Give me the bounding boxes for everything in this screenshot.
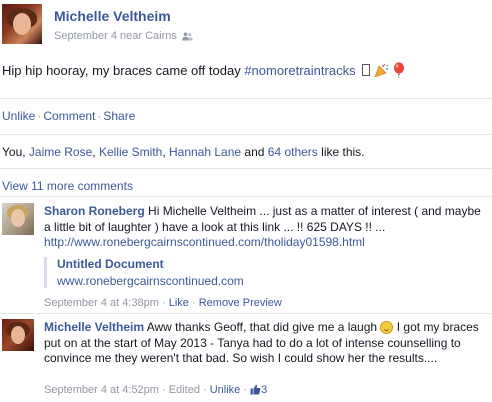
- post-text-body: Hip hip hooray, my braces came off today: [2, 63, 245, 78]
- likes-and: and: [241, 145, 268, 159]
- edited-label[interactable]: Edited: [169, 384, 200, 396]
- divider: [0, 196, 492, 197]
- link-preview[interactable]: Untitled Document www.ronebergcairnscont…: [44, 257, 437, 288]
- comment-link[interactable]: Comment: [43, 109, 95, 123]
- comment-like-link[interactable]: Like: [169, 297, 189, 309]
- comment-unlike-link[interactable]: Unlike: [210, 384, 241, 396]
- likes-comma: ,: [92, 145, 99, 159]
- friends-audience-icon[interactable]: [182, 32, 193, 41]
- view-more-comments-link[interactable]: View 11 more comments: [2, 179, 133, 193]
- comment-meta: September 4 at 4:52pm · Edited · Unlike …: [44, 384, 268, 396]
- liker-jaime-rose[interactable]: Jaime Rose: [29, 145, 92, 159]
- post-author[interactable]: Michelle Veltheim: [54, 8, 171, 24]
- post-header: Michelle Veltheim September 4 near Cairn…: [0, 0, 492, 56]
- comment-like-count[interactable]: 3: [250, 384, 267, 396]
- link-preview-url[interactable]: www.ronebergcairnscontinued.com: [57, 274, 437, 288]
- likes-suffix: like this.: [317, 145, 365, 159]
- divider: [0, 98, 492, 99]
- post-date[interactable]: September 4 near Cairns: [54, 30, 177, 42]
- comment-meta: September 4 at 4:38pm · Like · Remove Pr…: [44, 297, 282, 309]
- likes-summary: You, Jaime Rose, Kellie Smith, Hannah La…: [2, 145, 365, 159]
- liker-hannah-lane[interactable]: Hannah Lane: [169, 145, 241, 159]
- liker-kellie-smith[interactable]: Kellie Smith: [99, 145, 162, 159]
- commenter-avatar[interactable]: [2, 319, 34, 351]
- unsupported-emoji-icon: [362, 64, 371, 76]
- comment-link-url[interactable]: http://www.ronebergcairnscontinued.com/t…: [44, 235, 365, 249]
- post-meta: September 4 near Cairns: [54, 30, 193, 42]
- remove-preview-link[interactable]: Remove Preview: [199, 297, 282, 309]
- divider: [0, 134, 492, 135]
- avatar[interactable]: [2, 4, 42, 44]
- thumbs-up-icon: [250, 384, 261, 395]
- commenter-name[interactable]: Sharon Roneberg: [44, 204, 145, 218]
- party-popper-icon: [374, 63, 389, 78]
- post-actions: Unlike · Comment · Share: [2, 109, 135, 123]
- link-preview-title[interactable]: Untitled Document: [57, 257, 437, 271]
- likes-others-link[interactable]: 64 others: [268, 145, 318, 159]
- comment-text: Aww thanks Geoff, that did give me a lau…: [144, 320, 381, 334]
- share-link[interactable]: Share: [103, 109, 135, 123]
- comment-timestamp[interactable]: September 4 at 4:38pm: [44, 297, 159, 309]
- commenter-name[interactable]: Michelle Veltheim: [44, 320, 144, 334]
- post-text: Hip hip hooray, my braces came off today…: [2, 62, 405, 78]
- likes-prefix: You,: [2, 145, 29, 159]
- comment-timestamp[interactable]: September 4 at 4:52pm: [44, 384, 159, 396]
- like-count: 3: [261, 384, 268, 396]
- comment-body: Sharon Roneberg Hi Michelle Veltheim ...…: [44, 204, 484, 251]
- divider: [0, 313, 492, 314]
- comment-body: Michelle Veltheim Aww thanks Geoff, that…: [44, 320, 484, 367]
- balloon-icon: [394, 62, 405, 78]
- hashtag-link[interactable]: #nomoretraintracks: [244, 63, 355, 78]
- unlike-link[interactable]: Unlike: [2, 109, 35, 123]
- likes-comma: ,: [162, 145, 169, 159]
- smile-emoji-icon: [380, 321, 394, 334]
- commenter-avatar[interactable]: [2, 203, 34, 235]
- divider: [0, 168, 492, 169]
